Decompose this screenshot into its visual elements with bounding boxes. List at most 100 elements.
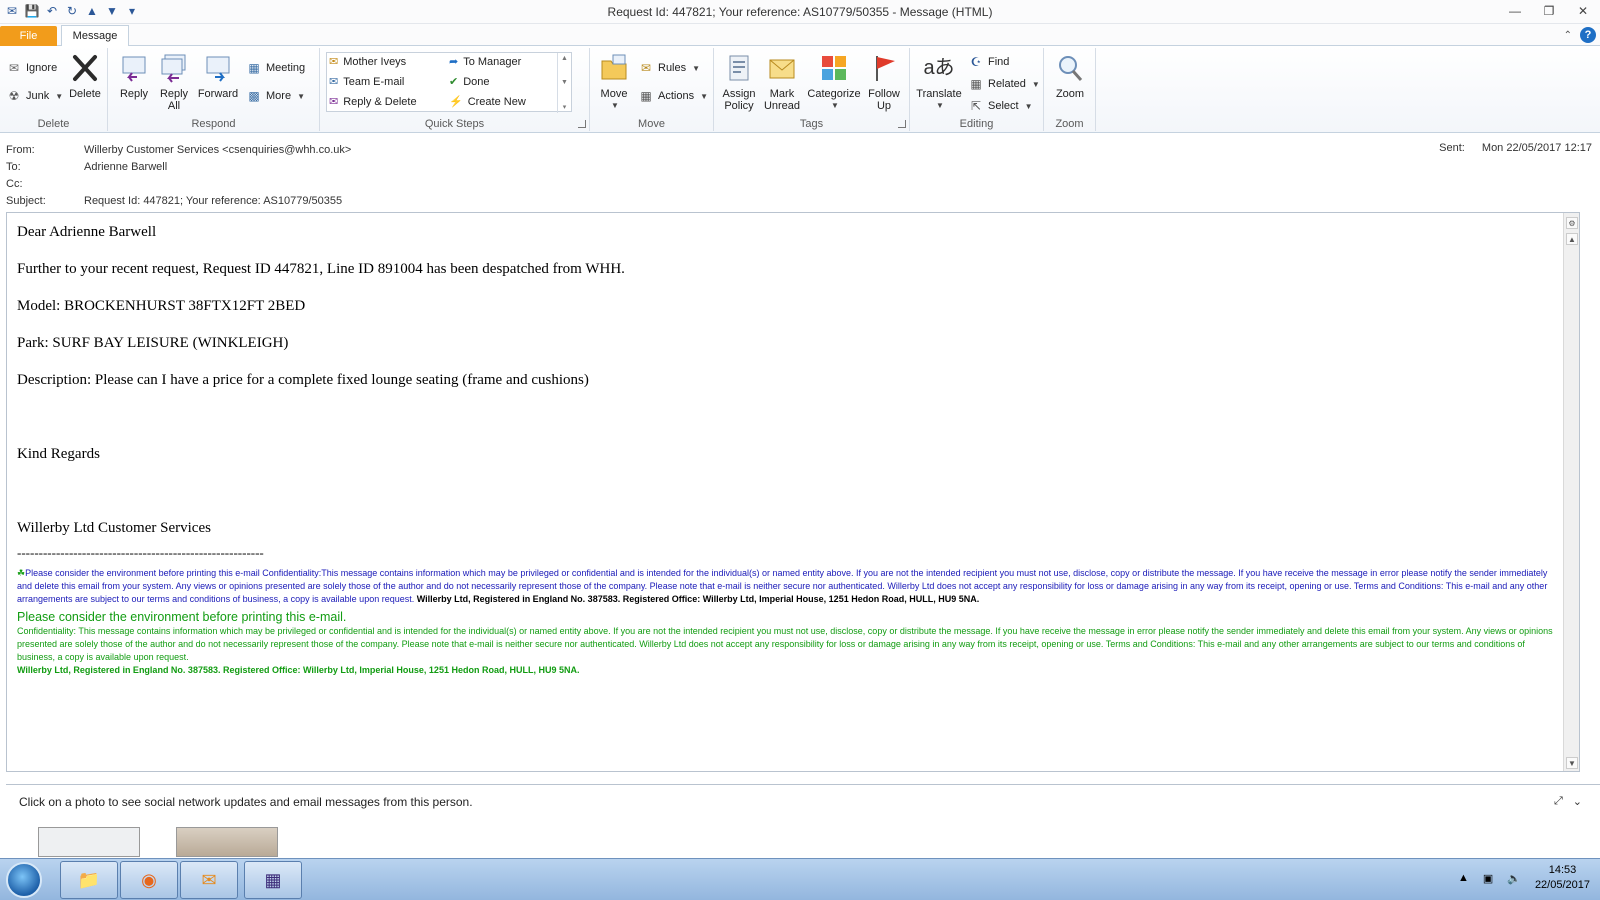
quickstep-label: To Manager <box>463 55 522 68</box>
ignore-label: Ignore <box>26 62 58 74</box>
quickstep-check-icon: ✔ <box>449 76 459 88</box>
disclaimer-green-registration: Willerby Ltd, Registered in England No. … <box>17 665 580 675</box>
clock[interactable]: 14:53 22/05/2017 <box>1535 863 1590 893</box>
to-label: To: <box>6 161 21 173</box>
body-line-park: Park: SURF BAY LEISURE (WINKLEIGH) <box>17 335 289 351</box>
tab-message[interactable]: Message <box>61 25 129 47</box>
clock-time: 14:53 <box>1548 864 1577 876</box>
meeting-button[interactable]: ▦ Meeting <box>246 60 305 76</box>
body-line-description: Description: Please can I have a price f… <box>17 372 589 388</box>
delete-button[interactable]: Delete <box>66 52 104 100</box>
quickstep-done[interactable]: ✔ Done <box>449 75 490 89</box>
help-icon[interactable]: ? <box>1580 27 1596 43</box>
group-quick-steps: ✉ Mother Iveys ➦ To Manager ✉ Team E-mai… <box>320 48 590 131</box>
forward-icon <box>202 52 234 84</box>
taskbar-outlook[interactable]: ✉ <box>180 861 238 899</box>
actions-label: Actions <box>658 90 695 102</box>
more-button[interactable]: ▩ More ▼ <box>246 88 305 104</box>
minimize-ribbon-icon[interactable]: ⌃ <box>1564 30 1572 41</box>
taskbar-app[interactable]: ▦ <box>244 861 302 899</box>
scroll-up-icon[interactable]: ▲ <box>1566 233 1578 245</box>
quickstep-create-new[interactable]: ⚡ Create New <box>449 95 526 109</box>
collapse-chevron-icon[interactable]: ⌄ <box>1573 795 1582 808</box>
quickstep-label: Mother Iveys <box>343 55 407 68</box>
contact-photo[interactable] <box>176 827 278 857</box>
reply-all-button[interactable]: Reply All <box>156 52 192 112</box>
quickstep-to-manager[interactable]: ➦ To Manager <box>449 55 522 69</box>
to-value[interactable]: Adrienne Barwell <box>84 161 167 173</box>
volume-icon[interactable]: 🔈 <box>1507 872 1521 885</box>
reply-button[interactable]: Reply <box>116 52 152 100</box>
body-scrollbar[interactable]: ⚙ ▲ ▼ <box>1563 213 1579 771</box>
mark-unread-label-1: Mark <box>769 88 795 100</box>
expand-icon[interactable]: ⤢ <box>1554 795 1563 808</box>
related-button[interactable]: ▦ Related ▼ <box>968 76 1040 92</box>
signature-divider: ----------------------------------------… <box>17 545 264 560</box>
quickstep-forward-icon: ➦ <box>449 56 459 68</box>
reply-all-label-2: All <box>167 100 181 112</box>
quickstep-reply-delete[interactable]: ✉ Reply & Delete <box>329 95 417 109</box>
outlook-icon: ✉ <box>201 869 217 890</box>
move-button[interactable]: Move ▼ <box>596 52 632 112</box>
forward-button[interactable]: Forward <box>196 52 240 100</box>
zoom-magnifier-icon <box>1054 52 1086 84</box>
clock-date: 22/05/2017 <box>1534 879 1590 891</box>
signature: Willerby Ltd Customer Services <box>17 520 211 536</box>
zoom-button[interactable]: Zoom <box>1050 52 1090 100</box>
more-icon: ▩ <box>248 89 260 103</box>
actions-button[interactable]: ▦ Actions ▼ <box>638 88 708 104</box>
contact-photo-placeholder[interactable] <box>38 827 140 857</box>
network-icon[interactable]: ▣ <box>1483 872 1493 885</box>
tags-launcher-icon[interactable] <box>898 120 906 128</box>
related-label: Related <box>988 78 1026 90</box>
follow-up-button[interactable]: Follow Up <box>864 52 904 112</box>
scroll-up-icon[interactable]: ▲ <box>561 55 568 62</box>
taskbar-explorer[interactable]: 📁 <box>60 861 118 899</box>
show-hidden-icons-icon[interactable]: ▲ <box>1458 872 1469 884</box>
taskbar: 📁 ◉ ✉ ▦ ▲ ▣ 🔈 14:53 22/05/2017 <box>0 858 1600 900</box>
body-line-request: Further to your recent request, Request … <box>17 261 625 277</box>
sent-value: Mon 22/05/2017 12:17 <box>1481 142 1592 154</box>
select-button[interactable]: ⇱ Select ▼ <box>968 98 1033 114</box>
categorize-icon <box>818 52 850 84</box>
quickstep-mail-icon: ✉ <box>329 56 339 68</box>
quick-steps-launcher-icon[interactable] <box>578 120 586 128</box>
quickstep-team-email[interactable]: ✉ Team E-mail <box>329 75 404 89</box>
reply-icon <box>118 52 150 84</box>
find-button[interactable]: ☪ Find <box>968 54 1010 70</box>
scroll-down-icon[interactable]: ▼ <box>561 79 568 86</box>
quickstep-mother-iveys[interactable]: ✉ Mother Iveys <box>329 55 407 69</box>
group-tags: Assign Policy Mark Unread Categorize ▼ F… <box>714 48 910 131</box>
disclaimer-blue: ☘Please consider the environment before … <box>17 567 1557 606</box>
close-button[interactable]: ✕ <box>1566 0 1600 22</box>
quick-steps-scroll[interactable]: ▲ ▼ ▾ <box>557 53 571 113</box>
ignore-button[interactable]: ✉ Ignore <box>6 60 57 76</box>
quickstep-team-icon: ✉ <box>329 76 339 88</box>
tab-file[interactable]: File <box>0 26 57 47</box>
message-body-pane[interactable]: Dear Adrienne Barwell Further to your re… <box>6 212 1580 772</box>
group-delete: ✉ Ignore ☢ Junk ▼ Delete Delete <box>0 48 108 131</box>
minimize-button[interactable]: — <box>1498 0 1532 22</box>
mark-unread-button[interactable]: Mark Unread <box>762 52 802 112</box>
from-value[interactable]: Willerby Customer Services <csenquiries@… <box>84 144 351 156</box>
folder-icon: 📁 <box>77 869 101 890</box>
move-label: Move <box>600 88 628 100</box>
group-label-editing: Editing <box>959 118 994 130</box>
assign-policy-button[interactable]: Assign Policy <box>718 52 760 112</box>
categorize-button[interactable]: Categorize ▼ <box>806 52 862 112</box>
group-move: Move ▼ ✉ Rules ▼ ▦ Actions ▼ Move <box>590 48 714 131</box>
select-cursor-icon: ⇱ <box>970 99 982 113</box>
rules-button[interactable]: ✉ Rules ▼ <box>638 60 700 76</box>
people-pane: Click on a photo to see social network u… <box>6 784 1600 857</box>
scroll-down-icon[interactable]: ▼ <box>1566 757 1578 769</box>
move-folder-icon <box>598 52 630 84</box>
junk-button[interactable]: ☢ Junk ▼ <box>6 88 64 104</box>
translate-button[interactable]: aあ Translate ▼ <box>914 52 964 112</box>
categorize-label: Categorize <box>807 88 861 100</box>
taskbar-firefox[interactable]: ◉ <box>120 861 178 899</box>
cc-label: Cc: <box>6 178 23 190</box>
expand-gallery-icon[interactable]: ▾ <box>563 103 567 111</box>
start-button[interactable] <box>6 862 42 898</box>
scroll-settings-icon[interactable]: ⚙ <box>1566 217 1578 229</box>
restore-button[interactable]: ❐ <box>1532 0 1566 22</box>
